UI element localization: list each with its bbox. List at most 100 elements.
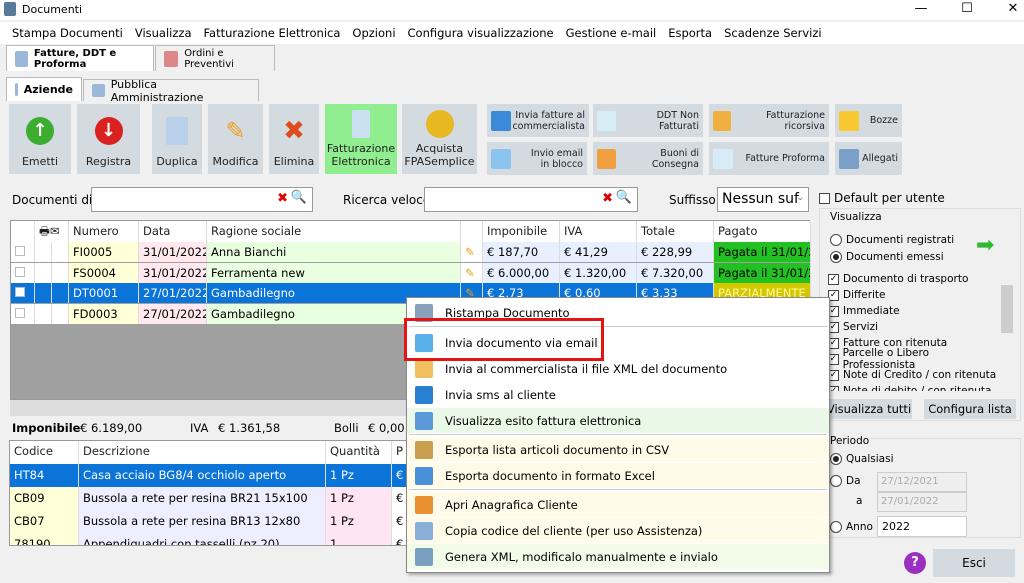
fatturazione-elettronica-button[interactable]: Fatturazione Elettronica xyxy=(325,104,397,174)
emetti-button[interactable]: ↑ Emetti xyxy=(9,104,71,174)
col-imponibile[interactable]: Imponibile xyxy=(483,221,560,242)
invio-email-blocco-button[interactable]: Invio email in blocco xyxy=(487,142,587,175)
menu-item-label: Apri Anagrafica Cliente xyxy=(445,497,578,512)
maximize-button[interactable]: ☐ xyxy=(944,0,990,20)
proforma-icon xyxy=(713,148,733,169)
checkbox-document-type[interactable]: ✓ Parcelle o Libero Professionista xyxy=(828,347,998,371)
acquista-button[interactable]: Acquista FPASemplice xyxy=(402,104,477,174)
fatture-proforma-button[interactable]: Fatture Proforma xyxy=(709,142,829,175)
col-data[interactable]: Data xyxy=(139,221,207,242)
clear-icon[interactable]: ✖ xyxy=(602,191,613,206)
modifica-button[interactable]: ✎ Modifica xyxy=(208,104,263,174)
subtab-aziende[interactable]: Aziende xyxy=(6,77,82,101)
registra-button[interactable]: ↓ Registra xyxy=(77,104,140,174)
ricerca-veloce-input[interactable]: ✖ 🔍 xyxy=(424,187,638,212)
bozze-button[interactable]: Bozze xyxy=(835,104,902,137)
close-button[interactable]: ✕ xyxy=(990,0,1024,20)
menu-stampa[interactable]: Stampa Documenti xyxy=(6,22,129,44)
buoni-consegna-button[interactable]: Buoni di Consegna xyxy=(593,142,703,175)
detail-row[interactable]: 78190 Appendiquadri con tasselli (pz 20) 1… xyxy=(10,533,408,545)
row-checkbox[interactable] xyxy=(11,303,35,324)
edit-icon[interactable]: ✎ xyxy=(461,242,483,262)
col-totale[interactable]: Totale xyxy=(637,221,714,242)
row-checkbox[interactable] xyxy=(11,262,35,283)
table-row[interactable]: FI0005 31/01/2022 Anna Bianchi ✎ € 187,70 € 4… xyxy=(11,242,811,262)
help-icon[interactable]: ? xyxy=(904,552,926,574)
menu-scadenze[interactable]: Scadenze Servizi xyxy=(718,22,827,44)
context-menu-item[interactable]: Copia codice del cliente (per uso Assist… xyxy=(407,518,829,543)
button-label: Emetti xyxy=(21,155,59,168)
ddt-non-fatturati-button[interactable]: DDT Non Fatturati xyxy=(593,104,703,137)
checkbox-document-type[interactable]: ✓ Documento di trasporto xyxy=(828,271,968,287)
configura-lista-button[interactable]: Configura lista xyxy=(924,399,1016,419)
ricerca-veloce-label: Ricerca veloce xyxy=(343,193,431,207)
context-menu-item[interactable]: Apri Anagrafica Cliente xyxy=(407,492,829,517)
documenti-di-label: Documenti di xyxy=(12,193,93,207)
checkbox-document-type[interactable]: ✓ Servizi xyxy=(828,319,878,335)
context-menu-item[interactable]: Esporta lista articoli documento in CSV xyxy=(407,437,829,462)
checkbox-document-type[interactable]: ✓ Note di debito / con ritenuta xyxy=(828,383,991,391)
edit-icon[interactable]: ✎ xyxy=(461,262,483,283)
menu-opzioni[interactable]: Opzioni xyxy=(346,22,401,44)
checkbox-document-type[interactable]: ✓ Immediate xyxy=(828,303,900,319)
context-menu-item[interactable]: Genera XML, modificalo manualmente e inv… xyxy=(407,544,829,569)
search-icon[interactable]: 🔍 xyxy=(616,190,632,205)
duplica-button[interactable]: Duplica xyxy=(152,104,202,174)
da-date-input[interactable]: 27/12/2021 xyxy=(877,472,967,492)
detail-row[interactable]: CB09 Bussola a rete per resina BR21 15x10… xyxy=(10,487,408,510)
tab-label: Fatture, DDT e Proforma xyxy=(33,47,117,70)
tab-fatture[interactable]: Fatture, DDT e Proforma xyxy=(6,45,154,71)
a-date-input[interactable]: 27/01/2022 xyxy=(877,492,967,512)
radio-qualsiasi[interactable]: Qualsiasi xyxy=(830,451,893,467)
radio-documenti-registrati[interactable]: Documenti registrati xyxy=(830,232,954,248)
esci-button[interactable]: Esci xyxy=(933,549,1015,577)
radio-documenti-emessi[interactable]: Documenti emessi xyxy=(830,249,944,265)
col-pagato[interactable]: Pagato xyxy=(714,221,811,242)
arrow-right-icon[interactable]: ➡ xyxy=(976,233,994,258)
data-cell: 31/01/2022 xyxy=(139,262,207,283)
menu-email[interactable]: Gestione e-mail xyxy=(560,22,663,44)
subtab-pa[interactable]: Pubblica Amministrazione xyxy=(83,78,259,104)
tab-ordini[interactable]: Ordini e Preventivi xyxy=(155,45,275,71)
button-label: commercialista xyxy=(512,120,585,132)
elimina-button[interactable]: ✖ Elimina xyxy=(269,104,319,174)
menu-fatturazione[interactable]: Fatturazione Elettronica xyxy=(198,22,347,44)
fatturazione-ricorsiva-button[interactable]: Fatturazione ricorsiva xyxy=(709,104,829,137)
checkbox-document-type[interactable]: ✓ Differite xyxy=(828,287,886,303)
checkbox-document-type[interactable]: ✓ Note di Credito / con ritenuta xyxy=(828,367,996,383)
radio-anno[interactable]: Anno xyxy=(830,519,873,535)
allegati-button[interactable]: Allegati xyxy=(835,142,902,175)
anno-select[interactable]: 2022 xyxy=(877,516,967,537)
context-menu-item[interactable]: Invia sms al cliente xyxy=(407,382,829,407)
context-menu-item[interactable]: Visualizza esito fattura elettronica xyxy=(407,408,829,433)
list-scrollbar[interactable] xyxy=(1000,271,1014,391)
minimize-button[interactable]: — xyxy=(898,0,944,20)
totale-iva: € 1.361,58 xyxy=(218,421,281,435)
email-cell xyxy=(52,283,69,303)
documenti-di-input[interactable]: ✖ 🔍 xyxy=(91,187,313,212)
detail-row[interactable]: HT84 Casa acciaio BG8/4 occhiolo aperto 1 … xyxy=(10,464,408,487)
col-codice[interactable]: Codice xyxy=(10,441,79,464)
ragione-cell: Anna Bianchi xyxy=(207,242,461,262)
context-menu-item[interactable]: Esporta documento in formato Excel xyxy=(407,463,829,488)
radio-da[interactable]: Da xyxy=(830,473,861,489)
col-descrizione[interactable]: Descrizione xyxy=(79,441,326,464)
default-utente-checkbox[interactable]: Default per utente xyxy=(819,190,945,206)
suffisso-select[interactable]: Nessun suf ⌄ xyxy=(717,187,809,212)
search-icon[interactable]: 🔍 xyxy=(291,190,307,205)
col-quantita[interactable]: Quantità xyxy=(326,441,392,464)
menu-visualizza[interactable]: Visualizza xyxy=(129,22,198,44)
col-numero[interactable]: Numero xyxy=(69,221,139,242)
col-ragione[interactable]: Ragione sociale xyxy=(207,221,461,242)
visualizza-tutti-button[interactable]: Visualizza tutti xyxy=(826,399,912,419)
row-checkbox[interactable] xyxy=(11,242,35,262)
row-checkbox[interactable] xyxy=(11,283,35,303)
invia-commercialista-button[interactable]: Invia fatture al commercialista xyxy=(487,104,589,137)
col-iva[interactable]: IVA xyxy=(560,221,637,242)
clear-icon[interactable]: ✖ xyxy=(277,191,288,206)
numero-cell: FS0004 xyxy=(69,262,139,283)
detail-row[interactable]: CB07 Bussola a rete per resina BR13 12x80… xyxy=(10,510,408,533)
table-row[interactable]: FS0004 31/01/2022 Ferramenta new ✎ € 6.000,0… xyxy=(11,262,811,283)
menu-esporta[interactable]: Esporta xyxy=(662,22,718,44)
menu-configura[interactable]: Configura visualizzazione xyxy=(402,22,560,44)
